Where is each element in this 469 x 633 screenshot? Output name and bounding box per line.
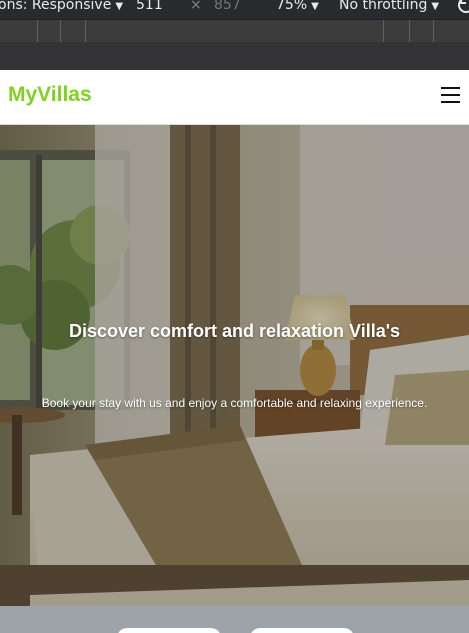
throttle-caret-icon: ▼ <box>431 1 440 12</box>
ruler-tick <box>85 20 86 43</box>
hero-subtitle: Book your stay with us and enjoy a comfo… <box>41 396 428 410</box>
ruler-tick <box>409 20 410 43</box>
hamburger-menu-icon[interactable] <box>441 86 460 103</box>
hero-section: Discover comfort and relaxation Villa's … <box>0 125 469 606</box>
throttle-dropdown[interactable]: No throttling ▼ <box>339 0 439 16</box>
zoom-dropdown[interactable]: 75% ▼ <box>276 0 319 16</box>
ruler-tick <box>383 20 384 43</box>
ruler-tick <box>433 20 434 43</box>
pill-button[interactable] <box>117 628 221 633</box>
devtools-device-toolbar: ons: Responsive▼ × 75%▼ No throttling▼ <box>0 0 469 19</box>
navbar: MyVillas <box>0 70 469 125</box>
media-query-ruler[interactable] <box>0 19 469 43</box>
hero-title: Discover comfort and relaxation Villa's <box>68 321 401 341</box>
rotate-icon[interactable] <box>456 0 469 15</box>
zoom-caret-icon: ▼ <box>311 1 319 12</box>
page-viewport: MyVillas Discover comfort and relaxation… <box>0 70 469 633</box>
hero-overlay <box>0 125 469 606</box>
brand-logo[interactable]: MyVillas <box>8 83 92 107</box>
width-input[interactable] <box>128 0 194 14</box>
dimensions-dropdown[interactable]: ons: Responsive ▼ <box>0 0 123 16</box>
dimensions-label: ons: Responsive <box>0 0 112 13</box>
zoom-label: 75% <box>276 0 308 13</box>
bottom-section <box>0 606 469 633</box>
height-input[interactable] <box>206 0 272 14</box>
dimension-times-icon: × <box>190 0 202 13</box>
pill-button[interactable] <box>250 628 354 633</box>
dimensions-caret-icon: ▼ <box>115 1 124 12</box>
devtools-ruler-gap <box>0 42 469 70</box>
ruler-tick <box>37 20 38 43</box>
ruler-tick <box>60 20 61 43</box>
throttle-label: No throttling <box>339 0 428 13</box>
